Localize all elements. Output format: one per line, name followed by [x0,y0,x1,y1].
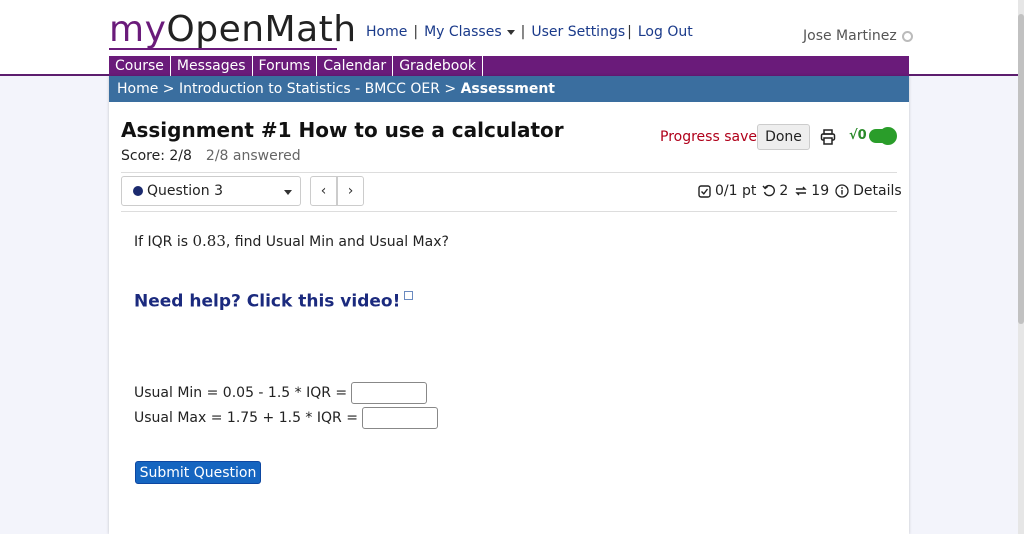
retries-count: 2 [779,183,789,199]
question-status-dot [133,186,143,196]
usual-max-row: Usual Max = 1.75 + 1.5 * IQR = [134,407,438,429]
course-nav-forums[interactable]: Forums [253,56,318,76]
usual-max-label: Usual Max = 1.75 + 1.5 * IQR = [134,410,358,426]
divider [121,172,897,173]
nav-separator: | [413,24,419,40]
chevron-down-icon [284,190,292,195]
course-nav-calendar[interactable]: Calendar [317,56,394,76]
checkbox-icon [698,184,711,198]
points-value: 0/1 pt [715,183,757,199]
myopenmath-logo[interactable]: myOpenMath [109,8,357,52]
previous-question-button[interactable]: ‹ [310,176,337,206]
question-info: 0/1 pt 2 19 Details [698,183,908,199]
score-summary: Score: 2/8 2/8 answered [121,148,301,164]
question-select[interactable]: Question 3 [121,176,301,206]
score-text: Score: 2/8 [121,148,192,164]
course-nav-gradebook[interactable]: Gradebook [393,56,483,76]
progress-status: Progress saved [660,129,766,145]
logo-underline [109,48,337,50]
course-nav-messages[interactable]: Messages [171,56,253,76]
retry-icon [762,184,776,197]
iqr-value: 0.83 [192,232,226,250]
submit-question-button[interactable]: Submit Question [135,461,261,484]
usual-min-input[interactable] [351,382,428,404]
divider [121,211,897,212]
versions-count: 19 [811,183,830,199]
page-scrollbar[interactable] [1018,0,1024,534]
breadcrumb-current: Assessment [460,81,555,97]
external-link-icon [404,291,414,300]
done-button[interactable]: Done [757,124,810,150]
main-container: Home > Introduction to Statistics - BMCC… [109,76,909,534]
usual-max-input[interactable] [361,407,438,429]
scrollbar-thumb[interactable] [1018,14,1024,324]
math-entry-toggle[interactable] [869,127,897,145]
math-entry-icon: √0 [849,128,867,143]
details-link[interactable]: Details [853,183,902,199]
gear-icon [901,30,913,42]
nav-log-out-link[interactable]: Log Out [638,24,693,40]
nav-separator: | [627,24,632,40]
breadcrumb-home[interactable]: Home [117,81,158,97]
info-icon[interactable] [835,184,849,198]
user-name: Jose Martinez [803,28,897,44]
course-nav-course[interactable]: Course [109,56,171,76]
question-select-value: Question 3 [147,183,223,199]
next-question-button[interactable]: › [337,176,364,206]
usual-min-row: Usual Min = 0.05 - 1.5 * IQR = [134,382,428,404]
nav-separator: | [520,24,526,40]
usual-min-label: Usual Min = 0.05 - 1.5 * IQR = [134,385,348,401]
breadcrumb: Home > Introduction to Statistics - BMCC… [109,76,909,102]
breadcrumb-separator: > [162,81,175,97]
nav-my-classes-link[interactable]: My Classes [424,24,515,40]
nav-home-link[interactable]: Home [366,24,407,40]
course-nav-bar: Course Messages Forums Calendar Gradeboo… [109,56,909,76]
top-navigation: Home | My Classes | User Settings | Log … [366,24,693,40]
versions-icon [795,186,807,196]
page-title: Assignment #1 How to use a calculator [121,118,564,142]
nav-user-settings-link[interactable]: User Settings [531,24,625,40]
user-menu[interactable]: Jose Martinez [803,28,913,44]
answered-count: 2/8 answered [205,148,301,164]
chevron-down-icon [506,29,515,35]
help-video-link[interactable]: Need help? Click this video! [134,291,414,312]
breadcrumb-separator: > [444,81,457,97]
toggle-knob [879,127,897,145]
question-text: If IQR is 0.83, find Usual Min and Usual… [134,232,449,250]
breadcrumb-course[interactable]: Introduction to Statistics - BMCC OER [179,81,440,97]
printer-icon[interactable] [820,129,836,145]
